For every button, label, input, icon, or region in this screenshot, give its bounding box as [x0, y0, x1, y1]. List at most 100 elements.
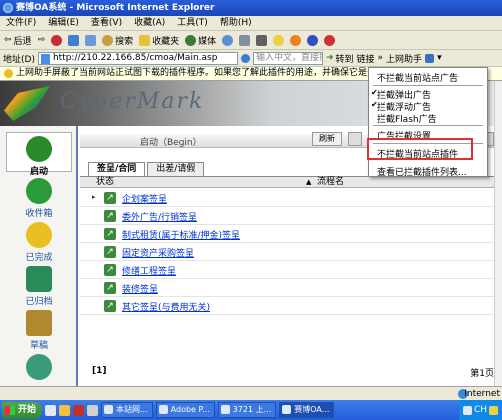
refresh-button[interactable]: 刷新: [312, 132, 342, 146]
table-row[interactable]: ↗ 其它签呈(与费用无关): [80, 297, 494, 315]
menu-file[interactable]: 文件(F): [6, 16, 36, 30]
taskbar-item[interactable]: 3721 上...: [217, 402, 277, 418]
toolbar-ext-icon[interactable]: [307, 34, 319, 46]
back-button[interactable]: ⇦ 后退: [4, 34, 32, 47]
flow-arrow-icon: ↗: [104, 192, 116, 204]
smiley-icon: [26, 222, 52, 248]
sidebar-item-inbox[interactable]: 收件箱: [6, 178, 72, 219]
links-button[interactable]: 链接: [357, 52, 375, 65]
taskbar: 开始 本站网... Adobe P... 3721 上... 赛博OA... C…: [0, 400, 502, 420]
taskbar-item[interactable]: 本站网...: [101, 402, 153, 418]
tray-icon[interactable]: [462, 405, 472, 415]
search-label: 搜索: [115, 36, 134, 47]
flow-arrow-icon: ↗: [104, 210, 116, 222]
mail-icon[interactable]: [239, 34, 251, 46]
sidebar-item-begin[interactable]: 启动: [6, 132, 72, 177]
toolbar-ext2-icon[interactable]: [324, 34, 336, 46]
column-flow-name[interactable]: 流程名: [317, 177, 344, 188]
menu-tools[interactable]: 工具(T): [177, 16, 208, 30]
taskbar-item-active[interactable]: 赛博OA...: [279, 402, 335, 418]
flow-arrow-icon: ↗: [104, 228, 116, 240]
refresh-icon[interactable]: [68, 34, 80, 46]
address-label: 地址(D): [3, 54, 35, 65]
menu-edit[interactable]: 编辑(E): [48, 16, 79, 30]
start-button[interactable]: 开始: [2, 401, 43, 419]
menu-item-block-flash[interactable]: 拦截Flash广告: [377, 112, 437, 125]
window-icon: [158, 405, 168, 414]
home-icon[interactable]: [85, 34, 97, 46]
table-row[interactable]: ↗ 委外广告/行销签呈: [80, 207, 494, 225]
tray-volume-icon[interactable]: [489, 405, 498, 415]
flow-link[interactable]: 固定资产采购签呈: [122, 246, 194, 259]
sidebar-item-archived[interactable]: 已归档: [6, 266, 72, 307]
table-row[interactable]: ▸ ↗ 企划案签呈: [80, 189, 494, 207]
sidebar-item-completed[interactable]: 已完成: [6, 222, 72, 263]
flow-link[interactable]: 装修签呈: [122, 282, 158, 295]
favorites-button[interactable]: 收藏夹: [139, 34, 179, 47]
inbox-clock-icon: [26, 178, 52, 204]
quick-launch-folder-icon[interactable]: [59, 404, 71, 416]
menu-favorites[interactable]: 收藏(A): [134, 16, 165, 30]
table-row[interactable]: ↗ 修缮工程签呈: [80, 261, 494, 279]
qq-icon[interactable]: [290, 34, 302, 46]
helper-dropdown-icon[interactable]: ▾: [437, 53, 442, 63]
print-icon[interactable]: [256, 34, 268, 46]
tab-sign-contract[interactable]: 签呈/合同: [88, 162, 146, 176]
menu-item-no-block-ads[interactable]: 不拦截当前站点广告: [377, 71, 458, 84]
quick-launch-ie-icon[interactable]: [45, 404, 57, 416]
taskbar-item[interactable]: Adobe P...: [155, 402, 215, 418]
search-icon: [102, 34, 114, 46]
flow-link[interactable]: 制式租赁(属于标准/押金)签呈: [122, 228, 240, 241]
back-arrow-icon: ⇦: [4, 35, 12, 45]
draft-pencil-icon: [26, 310, 52, 336]
flow-link[interactable]: 其它签呈(与费用无关): [122, 300, 210, 313]
flow-link[interactable]: 修缮工程签呈: [122, 264, 176, 277]
history-icon[interactable]: [222, 34, 234, 46]
sidebar-item-label: 已完成: [25, 253, 53, 263]
search-placeholder: 输入中文，直接搜索: [255, 52, 322, 63]
helper-button[interactable]: 上网助手: [386, 52, 422, 65]
menu-bar: 文件(F) 编辑(E) 查看(V) 收藏(A) 工具(T) 帮助(H): [0, 16, 502, 31]
window-title: 赛博OA系统 - Microsoft Internet Explorer: [16, 3, 215, 13]
search-input[interactable]: 输入中文，直接搜索: [252, 51, 323, 65]
table-row[interactable]: ↗ 固定资产采购签呈: [80, 243, 494, 261]
flow-link[interactable]: 企划案签呈: [122, 192, 167, 205]
menu-view[interactable]: 查看(V): [91, 16, 122, 30]
table-row[interactable]: ↗ 装修签呈: [80, 279, 494, 297]
menu-item-view-blocked-plugins[interactable]: 查看已拦截插件列表...: [377, 165, 467, 178]
sidebar-item-search[interactable]: [6, 354, 72, 382]
table-row[interactable]: ↗ 制式租赁(属于标准/押金)签呈: [80, 225, 494, 243]
vertical-scrollbar[interactable]: [494, 81, 502, 386]
go-button[interactable]: ➜ 转到: [326, 52, 354, 65]
search-button[interactable]: 搜索: [102, 34, 133, 47]
flow-link[interactable]: 委外广告/行销签呈: [122, 210, 197, 223]
media-button[interactable]: 媒体: [185, 34, 216, 47]
quick-launch-app-icon[interactable]: [73, 404, 85, 416]
menu-help[interactable]: 帮助(H): [220, 16, 252, 30]
messenger-icon[interactable]: [273, 34, 285, 46]
stop-icon[interactable]: [51, 34, 63, 46]
media-icon: [185, 34, 197, 46]
helper-icon[interactable]: [425, 53, 435, 63]
address-input[interactable]: http://210.22.166.85/cmoa/Main.asp: [37, 51, 238, 65]
favorites-icon: [139, 34, 151, 46]
tab-trip-leave[interactable]: 出差/请假: [147, 162, 205, 176]
taskbar-item-label: 赛博OA...: [294, 405, 330, 414]
sort-arrow-icon[interactable]: ▲: [306, 177, 311, 188]
sidebar-item-drafts[interactable]: 草稿: [6, 310, 72, 351]
ie-logo-icon: [3, 3, 13, 13]
security-zone: Internet: [464, 389, 500, 399]
input-method-indicator[interactable]: CH: [474, 405, 487, 415]
row-selected-icon: ▸: [92, 193, 96, 201]
window-icon: [220, 405, 230, 414]
flow-arrow-icon: ↗: [104, 264, 116, 276]
quick-launch-desktop-icon[interactable]: [87, 404, 99, 416]
search-engine-icon[interactable]: [240, 53, 250, 63]
page-number-link[interactable]: [1]: [92, 366, 107, 376]
archive-icon: [26, 266, 52, 292]
forward-icon[interactable]: ⇨: [38, 35, 46, 45]
more-chevron-icon[interactable]: »: [378, 53, 384, 63]
highlight-annotation: [367, 138, 473, 160]
window-title-bar: 赛博OA系统 - Microsoft Internet Explorer: [0, 0, 502, 16]
window-icon: [282, 405, 292, 414]
